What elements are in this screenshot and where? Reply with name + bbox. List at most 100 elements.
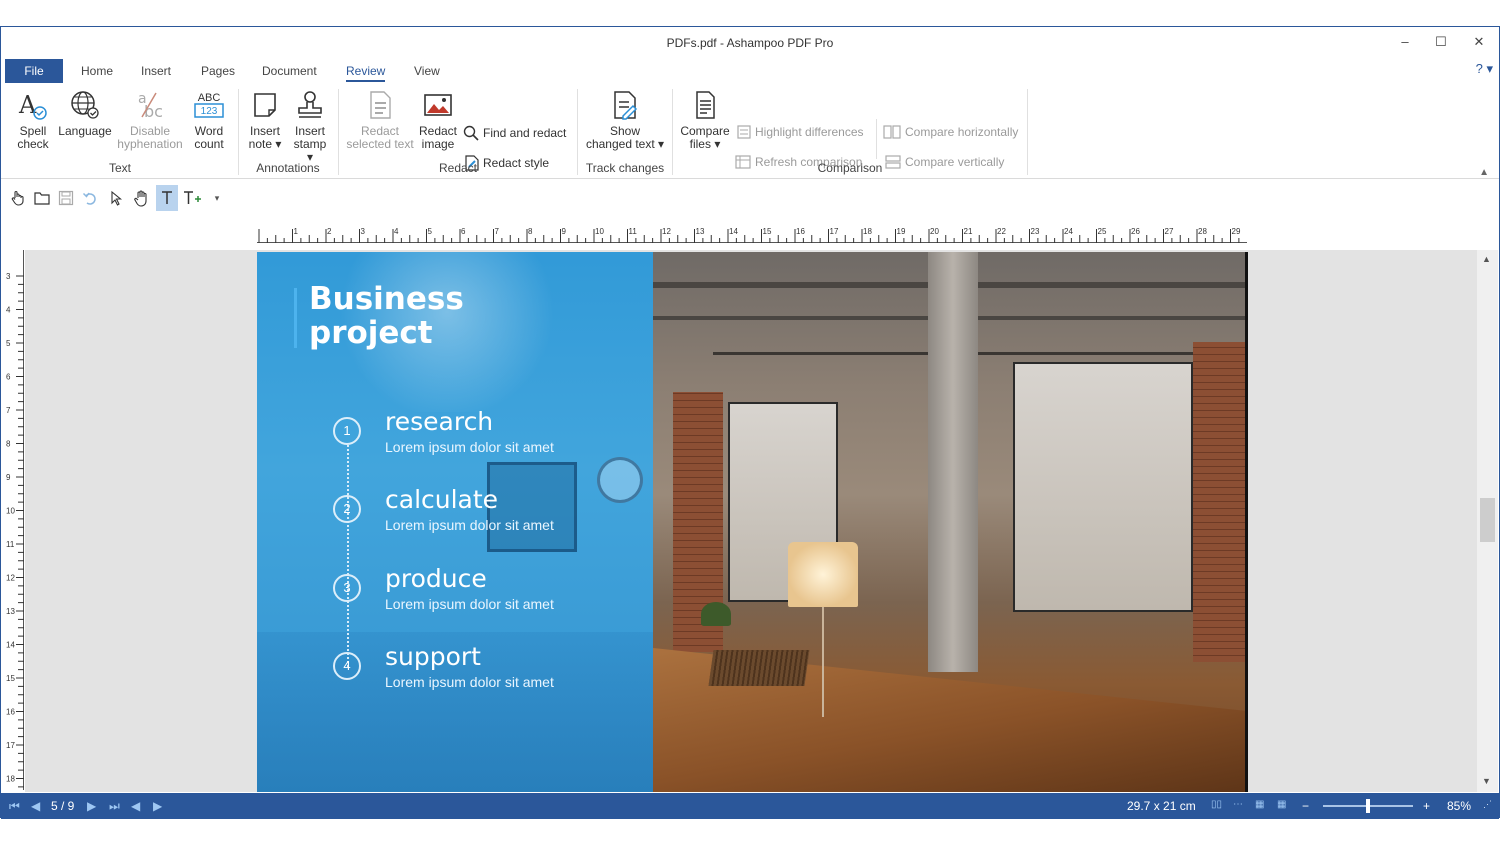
customize-toolbar-icon[interactable]: ▾ [209,185,225,211]
back-icon[interactable]: ◀ [131,799,140,813]
add-text-icon[interactable] [181,185,203,211]
hand-tool-icon[interactable] [131,185,153,211]
step-number: 2 [333,495,361,523]
page-indicator[interactable]: 5 / 9 [51,799,74,813]
ruler-label: 7 [6,406,11,415]
group-label-track-changes: Track changes [585,161,665,175]
blue-info-panel: Business project 1 research Lorem ipsum … [257,252,653,792]
compare-horizontally-button[interactable]: Compare horizontally [883,125,1018,139]
redact-selected-text-button[interactable]: Redact selected text [345,89,415,151]
ruler-label: 15 [6,674,15,683]
step-number: 4 [333,652,361,680]
previous-page-icon[interactable]: ◀ [31,799,40,813]
insert-stamp-button[interactable]: Insert stamp ▾ [289,89,331,164]
horizontal-ruler: 1 2 3 4 5 6 7 8 9 10 11 12 13 14 15 16 17 18 19 20 21 22 23 24 2… [257,225,1247,243]
undo-icon[interactable] [79,185,101,211]
highlight-differences-button[interactable]: Highlight differences [737,125,864,139]
forward-icon[interactable]: ▶ [153,799,162,813]
tab-home[interactable]: Home [81,59,113,83]
facing-view-icon[interactable]: ⋯ [1233,799,1243,810]
insert-note-button[interactable]: Insert note ▾ [245,89,285,151]
first-page-icon[interactable]: ⏮ [9,799,20,814]
columns-icon [883,125,901,139]
compare-files-button[interactable]: Compare files ▾ [679,89,731,151]
show-changed-text-button[interactable]: Show changed text ▾ [583,89,667,151]
minimize-button[interactable]: – [1387,31,1423,53]
redact-image-button[interactable]: Redact image [417,89,459,151]
scroll-up-icon[interactable]: ▲ [1482,254,1491,264]
ruler-label: 5 [6,339,11,348]
thumbnail-view-icon[interactable]: ▦ [1277,799,1286,810]
pdf-page: Business project 1 research Lorem ipsum … [257,252,1248,792]
ruler-label: 16 [6,708,15,717]
page-size: 29.7 x 21 cm [1127,799,1196,813]
tab-file[interactable]: File [5,59,63,83]
status-bar: ⏮ ◀ 5 / 9 ▶ ⏭ ◀ ▶ 29.7 x 21 cm ▯▯ ⋯ ▦ ▦ … [1,793,1499,819]
step-heading: support [385,642,481,671]
group-label-text: Text [108,161,131,175]
single-page-view-icon[interactable]: ▯▯ [1211,799,1222,810]
hyphenation-icon: a bc [138,91,163,121]
highlight-icon [737,125,751,139]
steps-connector [347,445,349,667]
close-button[interactable]: ✕ [1461,31,1497,53]
word-count-icon: ABC 123 [194,92,224,118]
step-subtitle: Lorem ipsum dolor sit amet [385,596,554,612]
note-icon [254,93,276,117]
document-viewport[interactable]: Business project 1 research Lorem ipsum … [25,250,1477,792]
help-icon[interactable]: ? ▾ [1476,61,1493,77]
vertical-scrollbar[interactable]: ▲ ▼ [1477,250,1498,792]
svg-text:ABC: ABC [198,92,221,104]
ruler-label: 11 [629,227,638,236]
find-and-redact-button[interactable]: Find and redact [463,125,566,141]
zoom-out-icon[interactable]: − [1302,799,1309,813]
zoom-in-icon[interactable]: + [1423,799,1430,813]
spell-check-icon: A [18,91,47,120]
hand-pointer-icon[interactable] [7,185,29,211]
spell-check-button[interactable]: A Spell check [13,89,53,151]
ruler-label: 10 [595,227,604,236]
next-page-icon[interactable]: ▶ [87,799,96,813]
ruler-label: 20 [930,227,939,236]
tab-insert[interactable]: Insert [141,59,171,83]
ruler-label: 18 [863,227,872,236]
open-folder-icon[interactable] [31,185,53,211]
language-button[interactable]: Language [57,89,113,138]
ruler-label: 25 [1098,227,1107,236]
tab-document[interactable]: Document [262,59,317,83]
word-count-button[interactable]: ABC 123 Word count [189,89,229,151]
ruler-label: 24 [1064,227,1073,236]
zoom-level: 85% [1447,799,1472,813]
ruler-label: 26 [1131,227,1140,236]
scrollbar-thumb[interactable] [1480,498,1495,542]
ruler-label: 17 [830,227,839,236]
ruler-label: 1 [294,227,299,236]
separator [1027,89,1028,175]
ruler-label: 29 [1232,227,1241,236]
disable-hyphenation-button[interactable]: a bc Disable hyphenation [115,89,185,151]
tab-view[interactable]: View [414,59,440,83]
select-arrow-icon[interactable] [105,185,127,211]
tab-review[interactable]: Review [346,59,386,83]
scroll-down-icon[interactable]: ▼ [1482,776,1491,786]
step-heading: calculate [385,485,499,514]
ruler-label: 2 [327,227,332,236]
ruler-label: 13 [6,607,15,616]
maximize-button[interactable]: ☐ [1423,31,1459,53]
text-select-icon[interactable] [156,185,178,211]
continuous-view-icon[interactable]: ▦ [1255,799,1264,810]
ruler-label: 10 [6,507,15,516]
ruler-label: 6 [6,373,11,382]
tab-pages[interactable]: Pages [201,59,235,83]
zoom-slider-thumb[interactable] [1366,799,1370,813]
save-icon[interactable] [55,185,77,211]
zoom-slider[interactable] [1323,799,1413,813]
ruler-label: 12 [6,574,15,583]
ruler-label: 8 [6,440,11,449]
step-subtitle: Lorem ipsum dolor sit amet [385,439,554,455]
collapse-ribbon-icon[interactable]: ▲ [1479,167,1489,178]
last-page-icon[interactable]: ⏭ [109,799,120,814]
ruler-label: 22 [997,227,1006,236]
ruler-label: 19 [897,227,906,236]
step-number: 1 [333,417,361,445]
